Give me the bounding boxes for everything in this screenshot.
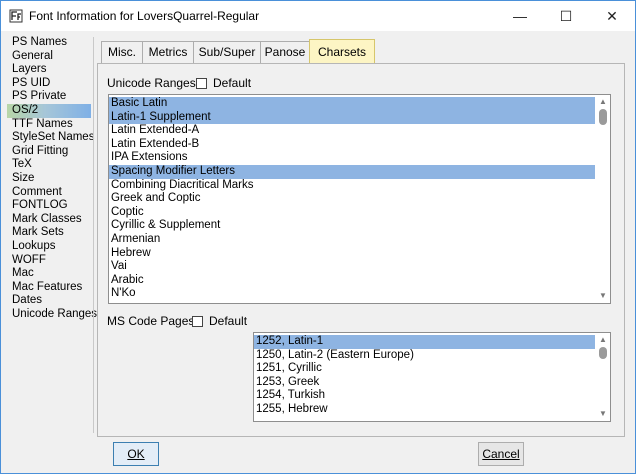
maximize-icon: ☐: [559, 8, 573, 24]
sidebar-item[interactable]: Layers: [7, 63, 91, 77]
sidebar-item[interactable]: TTF Names: [7, 118, 91, 132]
list-item[interactable]: Armenian: [109, 233, 595, 247]
window-title: Font Information for LoversQuarrel-Regul…: [29, 9, 260, 23]
sidebar-item[interactable]: Size: [7, 172, 91, 186]
sidebar-item[interactable]: Mac: [7, 267, 91, 281]
sidebar-item[interactable]: General: [7, 50, 91, 64]
unicode-ranges-default-label: Default: [213, 76, 252, 90]
list-item[interactable]: 1251, Cyrillic: [254, 362, 595, 376]
tab-panose[interactable]: Panose: [260, 41, 310, 63]
list-item[interactable]: Greek and Coptic: [109, 192, 595, 206]
tab-misc[interactable]: Misc.: [101, 41, 143, 63]
sidebar-item[interactable]: Mark Sets: [7, 226, 91, 240]
list-item[interactable]: N'Ko: [109, 287, 595, 301]
sidebar-item[interactable]: Mac Features: [7, 281, 91, 295]
tab-charsets[interactable]: Charsets: [309, 39, 375, 64]
tab-metrics[interactable]: Metrics: [142, 41, 194, 63]
sidebar-item[interactable]: PS UID: [7, 77, 91, 91]
list-item[interactable]: 1252, Latin-1: [254, 335, 595, 349]
sidebar-item[interactable]: StyleSet Names: [7, 131, 94, 145]
sidebar-item[interactable]: PS Names: [7, 36, 91, 50]
code-pages-label: MS Code Pages:: [107, 314, 198, 328]
close-icon: ✕: [606, 8, 618, 24]
code-pages-default-label: Default: [209, 314, 248, 328]
unicode-ranges-label: Unicode Ranges:: [107, 76, 200, 90]
list-item[interactable]: Latin-1 Supplement: [109, 110, 595, 125]
tab-sub-super[interactable]: Sub/Super: [193, 41, 261, 63]
charsets-panel: Unicode Ranges: Default Basic Latin Latin…: [97, 63, 625, 437]
sidebar-item[interactable]: Grid Fitting: [7, 145, 91, 159]
list-item[interactable]: Combining Diacritical Marks: [109, 179, 595, 193]
list-item[interactable]: 1253, Greek: [254, 376, 595, 390]
fontforge-app-icon: [9, 9, 23, 23]
unicode-ranges-rows: Basic Latin Latin-1 Supplement Latin Exten…: [109, 97, 595, 301]
ok-label: OK: [127, 447, 145, 461]
sidebar-item[interactable]: Comment: [7, 186, 91, 200]
sidebar-item[interactable]: Dates: [7, 294, 91, 308]
scroll-thumb[interactable]: [599, 109, 607, 125]
code-pages-rows: 1252, Latin-1 1250, Latin-2 (Eastern Euro…: [254, 335, 595, 417]
list-item[interactable]: IPA Extensions: [109, 151, 595, 165]
list-item[interactable]: 1255, Hebrew: [254, 403, 595, 417]
list-item[interactable]: 1254, Turkish: [254, 389, 595, 403]
cancel-label: Cancel: [482, 447, 520, 461]
list-item[interactable]: Arabic: [109, 274, 595, 288]
minimize-icon: —: [513, 8, 527, 24]
list-item[interactable]: Spacing Modifier Letters: [109, 164, 595, 179]
scroll-thumb[interactable]: [599, 347, 607, 359]
unicode-ranges-scrollbar[interactable]: ▲ ▼: [597, 95, 609, 303]
scroll-up-arrow-icon[interactable]: ▲: [597, 97, 609, 107]
list-item[interactable]: Hebrew: [109, 247, 595, 261]
unicode-ranges-default-checkbox[interactable]: [196, 78, 207, 89]
sidebar-item[interactable]: FONTLOG: [7, 199, 91, 213]
title-bar[interactable]: Font Information for LoversQuarrel-Regul…: [1, 1, 635, 31]
sidebar-divider: [93, 37, 94, 433]
sidebar-nav: PS Names General Layers PS UID PS Private OS/…: [7, 36, 97, 322]
ok-button[interactable]: OK: [113, 442, 159, 466]
font-info-window: Font Information for LoversQuarrel-Regul…: [0, 0, 636, 474]
close-button[interactable]: ✕: [589, 1, 635, 31]
sidebar-item[interactable]: WOFF: [7, 254, 91, 268]
list-item[interactable]: Cyrillic & Supplement: [109, 219, 595, 233]
list-item[interactable]: Coptic: [109, 206, 595, 220]
list-item[interactable]: Latin Extended-B: [109, 138, 595, 152]
scroll-up-arrow-icon[interactable]: ▲: [597, 335, 609, 345]
minimize-button[interactable]: —: [497, 1, 543, 31]
code-pages-list[interactable]: 1252, Latin-1 1250, Latin-2 (Eastern Euro…: [253, 332, 611, 422]
sidebar-item[interactable]: Lookups: [7, 240, 91, 254]
scroll-down-arrow-icon[interactable]: ▼: [597, 409, 609, 419]
unicode-ranges-list[interactable]: Basic Latin Latin-1 Supplement Latin Exten…: [108, 94, 611, 304]
list-item[interactable]: Latin Extended-A: [109, 124, 595, 138]
sidebar-item[interactable]: Unicode Ranges: [7, 308, 97, 322]
code-pages-default-checkbox[interactable]: [192, 316, 203, 327]
sidebar-item[interactable]: TeX: [7, 158, 91, 172]
maximize-button[interactable]: ☐: [543, 1, 589, 31]
list-item[interactable]: 1250, Latin-2 (Eastern Europe): [254, 349, 595, 363]
list-item[interactable]: Vai: [109, 260, 595, 274]
list-item[interactable]: Basic Latin: [109, 97, 595, 111]
sidebar-item[interactable]: PS Private: [7, 90, 91, 104]
sidebar-item[interactable]: OS/2: [7, 103, 91, 118]
scroll-down-arrow-icon[interactable]: ▼: [597, 291, 609, 301]
cancel-button[interactable]: Cancel: [478, 442, 524, 466]
sidebar-item[interactable]: Mark Classes: [7, 213, 91, 227]
code-pages-scrollbar[interactable]: ▲ ▼: [597, 333, 609, 421]
